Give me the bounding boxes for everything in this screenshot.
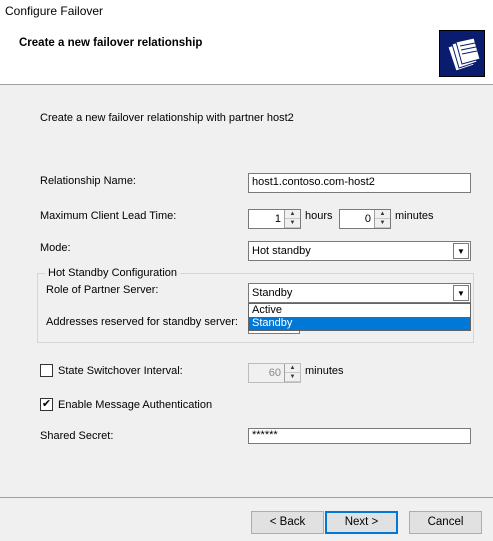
hot-standby-group-title: Hot Standby Configuration — [45, 267, 181, 279]
mode-label: Mode: — [40, 242, 71, 254]
shared-secret-label: Shared Secret: — [40, 430, 114, 442]
mode-value: Hot standby — [252, 245, 311, 257]
spin-up-icon[interactable]: ▲ — [285, 364, 300, 373]
switchover-spinner[interactable]: 60 ▲ ▼ — [248, 363, 301, 383]
footer-divider — [0, 497, 493, 498]
title-bar: Configure Failover — [0, 0, 493, 22]
wizard-header: Create a new failover relationship — [0, 22, 493, 85]
spin-down-icon[interactable]: ▼ — [285, 373, 300, 382]
shared-secret-input[interactable]: ****** — [248, 428, 471, 444]
role-select[interactable]: Standby ▼ — [248, 283, 471, 303]
switchover-value: 60 — [268, 367, 281, 379]
mclt-label: Maximum Client Lead Time: — [40, 210, 177, 222]
window-title: Configure Failover — [5, 4, 104, 18]
folders-icon — [439, 30, 485, 77]
reserved-label: Addresses reserved for standby server: — [46, 316, 238, 328]
mclt-minutes-value: 0 — [364, 213, 371, 225]
chevron-down-icon[interactable]: ▼ — [453, 243, 469, 259]
role-option-active[interactable]: Active — [249, 304, 470, 317]
message-auth-label: Enable Message Authentication — [58, 399, 213, 411]
mclt-minutes-spinner[interactable]: 0 ▲ ▼ — [339, 209, 391, 229]
mclt-hours-value: 1 — [274, 213, 281, 225]
mclt-minutes-unit: minutes — [395, 210, 434, 222]
back-button[interactable]: < Back — [251, 511, 324, 534]
relationship-name-label: Relationship Name: — [40, 175, 136, 187]
chevron-down-icon[interactable]: ▼ — [453, 285, 469, 301]
spin-down-icon[interactable]: ▼ — [285, 219, 300, 228]
cancel-button[interactable]: Cancel — [409, 511, 482, 534]
role-dropdown-list[interactable]: Active Standby — [248, 303, 471, 331]
page-title: Create a new failover relationship — [19, 37, 203, 49]
role-value: Standby — [252, 287, 293, 299]
spin-up-icon[interactable]: ▲ — [375, 210, 390, 219]
switchover-checkbox[interactable] — [40, 364, 53, 377]
mclt-hours-unit: hours — [305, 210, 333, 222]
intro-text: Create a new failover relationship with … — [40, 112, 294, 124]
role-label: Role of Partner Server: — [46, 284, 159, 296]
switchover-unit: minutes — [305, 365, 344, 377]
spin-up-icon[interactable]: ▲ — [285, 210, 300, 219]
spin-down-icon[interactable]: ▼ — [375, 219, 390, 228]
mclt-hours-spinner[interactable]: 1 ▲ ▼ — [248, 209, 301, 229]
switchover-label: State Switchover Interval: — [58, 365, 183, 377]
next-button[interactable]: Next > — [325, 511, 398, 534]
message-auth-checkbox[interactable]: ✔ — [40, 398, 53, 411]
mode-select[interactable]: Hot standby ▼ — [248, 241, 471, 261]
role-option-standby[interactable]: Standby — [249, 317, 470, 330]
relationship-name-input[interactable]: host1.contoso.com-host2 — [248, 173, 471, 193]
